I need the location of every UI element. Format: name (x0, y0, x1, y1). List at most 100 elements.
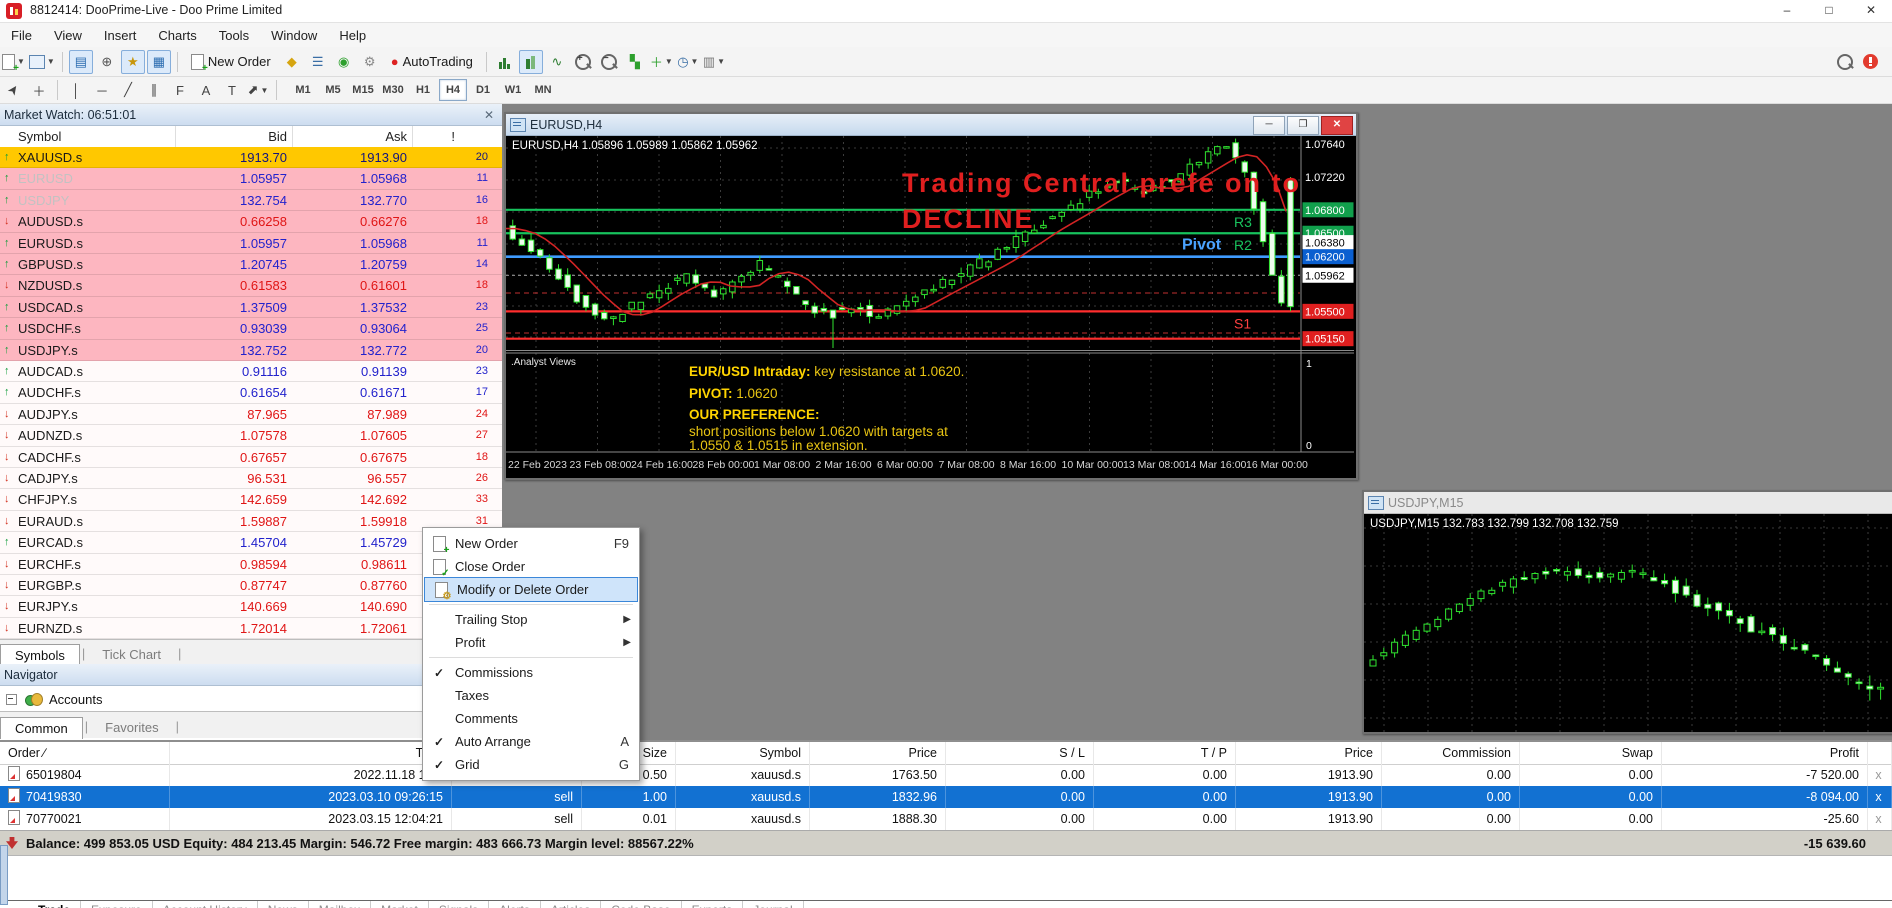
menu-charts[interactable]: Charts (147, 25, 207, 46)
orders-column-sl[interactable]: S / L (946, 742, 1094, 764)
orders-column-order[interactable]: Order ∕ (0, 742, 170, 764)
new-order-button[interactable]: +New Order (184, 50, 278, 74)
menu-item-grid[interactable]: ✓GridG (423, 753, 639, 776)
terminal-tab-journal[interactable]: Journal (743, 901, 803, 908)
menu-item-auto-arrange[interactable]: ✓Auto ArrangeA (423, 730, 639, 753)
market-watch-toggle[interactable]: ▤ (69, 50, 93, 74)
timeframe-m30[interactable]: M30 (379, 79, 407, 101)
mw-column-symbol[interactable]: Symbol (18, 126, 61, 147)
orders-column-profit[interactable]: Profit (1662, 742, 1868, 764)
data-window-toggle[interactable]: ⊕ (95, 50, 119, 74)
order-row[interactable]: 704198302023.03.10 09:26:15sell1.00xauus… (0, 786, 1892, 808)
terminal-tab-signals[interactable]: Signals (429, 901, 489, 908)
market-watch-row[interactable]: ↓CADJPY.s96.53196.55726 (0, 468, 502, 489)
eurusd-chart-canvas[interactable]: R3R2PivotS1Trading Central prefe on toDE… (506, 136, 1354, 478)
text-tool[interactable]: A (194, 78, 218, 102)
timeframe-h1[interactable]: H1 (409, 79, 437, 101)
tab-symbols[interactable]: Symbols (0, 644, 80, 666)
mw-column-bid[interactable]: Bid (268, 126, 287, 147)
market-watch-row[interactable]: ↓NZDUSD.s0.615830.6160118 (0, 275, 502, 296)
order-row[interactable]: 707700212023.03.15 12:04:21sell0.01xauus… (0, 808, 1892, 830)
terminal-tab-account-history[interactable]: Account History (153, 901, 258, 908)
terminal-tab-experts[interactable]: Experts (682, 901, 744, 908)
line-chart-button[interactable]: ∿ (545, 50, 569, 74)
maximize-button[interactable]: □ (1808, 0, 1850, 22)
market-watch-row[interactable]: ↑XAUUSD.s1913.701913.9020 (0, 147, 502, 168)
usdjpy-chart-canvas[interactable]: USDJPY,M15 132.783 132.799 132.708 132.7… (1364, 514, 1892, 732)
zoom-out-button[interactable]: − (597, 50, 621, 74)
chart-window-eurusd-h4[interactable]: EURUSD,H4 ─ ❐ ✕ R3R2PivotS1Trading Centr… (504, 112, 1358, 480)
bar-chart-button[interactable] (493, 50, 517, 74)
market-watch-row[interactable]: ↑USDCHF.s0.930390.9306425 (0, 318, 502, 339)
market-watch-caption[interactable]: Market Watch: 06:51:01 ✕ (0, 104, 502, 126)
close-button[interactable]: ✕ (1850, 0, 1892, 22)
menu-help[interactable]: Help (328, 25, 377, 46)
chart-restore-button[interactable]: ❐ (1287, 116, 1319, 135)
terminal-tab-trade[interactable]: Trade (28, 901, 81, 908)
channel-tool[interactable]: ∥ (142, 78, 166, 102)
timeframe-d1[interactable]: D1 (469, 79, 497, 101)
orders-column-price[interactable]: Price (1236, 742, 1382, 764)
market-watch-row[interactable]: ↑USDJPY.s132.752132.77220 (0, 340, 502, 361)
menu-item-trailing-stop[interactable]: Trailing Stop▶ (423, 608, 639, 631)
orders-column-time[interactable]: Time (170, 742, 452, 764)
zoom-in-button[interactable]: + (571, 50, 595, 74)
timeframe-m15[interactable]: M15 (349, 79, 377, 101)
chart-minimize-button[interactable]: ─ (1253, 116, 1285, 135)
chart-close-button[interactable]: ✕ (1321, 116, 1353, 135)
templates-button[interactable]: ▥▼ (702, 50, 726, 74)
menu-file[interactable]: File (0, 25, 43, 46)
vertical-line-tool[interactable]: │ (64, 78, 88, 102)
market-watch-row[interactable]: ↓AUDJPY.s87.96587.98924 (0, 404, 502, 425)
close-position-button[interactable]: x (1868, 786, 1892, 808)
terminal-scrollbar[interactable] (0, 845, 8, 905)
orders-column-symbol[interactable]: Symbol (676, 742, 810, 764)
menu-window[interactable]: Window (260, 25, 328, 46)
market-watch-row[interactable]: ↓CHFJPY.s142.659142.69233 (0, 489, 502, 510)
eurusd-window-titlebar[interactable]: EURUSD,H4 ─ ❐ ✕ (506, 114, 1356, 136)
terminal-tab-news[interactable]: News (258, 901, 309, 908)
order-row[interactable]: 650198042022.11.18 10:30.50xauusd.s1763.… (0, 764, 1892, 786)
notification-badge-icon[interactable] (1863, 54, 1878, 69)
indicators-button[interactable]: ＋▼ (649, 50, 674, 74)
tile-windows-button[interactable]: ▚ (623, 50, 647, 74)
menu-item-close-order[interactable]: ✓Close Order (423, 555, 639, 578)
mw-column-x[interactable]: ! (451, 126, 455, 147)
timeframe-mn[interactable]: MN (529, 79, 557, 101)
menu-item-commissions[interactable]: ✓Commissions (423, 661, 639, 684)
close-position-button[interactable]: x (1868, 808, 1892, 830)
close-position-button[interactable]: x (1868, 764, 1892, 786)
market-watch-row[interactable]: ↑GBPUSD.s1.207451.2075914 (0, 254, 502, 275)
shapes-tool[interactable]: ⬈▼ (246, 78, 270, 102)
tab-favorites[interactable]: Favorites (90, 716, 173, 738)
autotrading-button[interactable]: ●AutoTrading (384, 50, 480, 74)
terminal-tab-articles[interactable]: Articles (541, 901, 601, 908)
menu-item-profit[interactable]: Profit▶ (423, 631, 639, 654)
orders-column-commission[interactable]: Commission (1382, 742, 1520, 764)
profiles-button[interactable]: ▼ (28, 50, 56, 74)
terminal-tab-code-base[interactable]: Code Base (601, 901, 681, 908)
tree-expander-icon[interactable] (6, 694, 17, 705)
minimize-button[interactable]: – (1766, 0, 1808, 22)
terminal-tab-alerts[interactable]: Alerts (489, 901, 541, 908)
market-watch-close-icon[interactable]: ✕ (484, 104, 494, 126)
experts-button[interactable]: ☰ (306, 50, 330, 74)
menu-tools[interactable]: Tools (208, 25, 260, 46)
tab-common[interactable]: Common (0, 717, 83, 739)
metaeditor-button[interactable]: ◆ (280, 50, 304, 74)
timeframe-m1[interactable]: M1 (289, 79, 317, 101)
signals-button[interactable]: ◉ (332, 50, 356, 74)
terminal-tab-market[interactable]: Market (371, 901, 429, 908)
chart-window-usdjpy-m15[interactable]: USDJPY,M15 USDJPY,M15 132.783 132.799 13… (1362, 490, 1892, 734)
cursor-tool[interactable]: ➤ (1, 78, 25, 102)
terminal-toggle[interactable]: ▦ (147, 50, 171, 74)
usdjpy-window-titlebar[interactable]: USDJPY,M15 (1364, 492, 1892, 514)
market-watch-row[interactable]: ↓AUDUSD.s0.662580.6627618 (0, 211, 502, 232)
menu-item-modify-or-delete-order[interactable]: ⚙Modify or Delete Order (425, 578, 637, 601)
new-chart-button[interactable]: +▼ (1, 50, 26, 74)
market-watch-row[interactable]: ↑USDCAD.s1.375091.3753223 (0, 297, 502, 318)
trendline-tool[interactable]: ╱ (116, 78, 140, 102)
candlestick-chart-button[interactable] (519, 50, 543, 74)
market-watch-row[interactable]: ↓CADCHF.s0.676570.6767518 (0, 447, 502, 468)
orders-column-swap[interactable]: Swap (1520, 742, 1662, 764)
